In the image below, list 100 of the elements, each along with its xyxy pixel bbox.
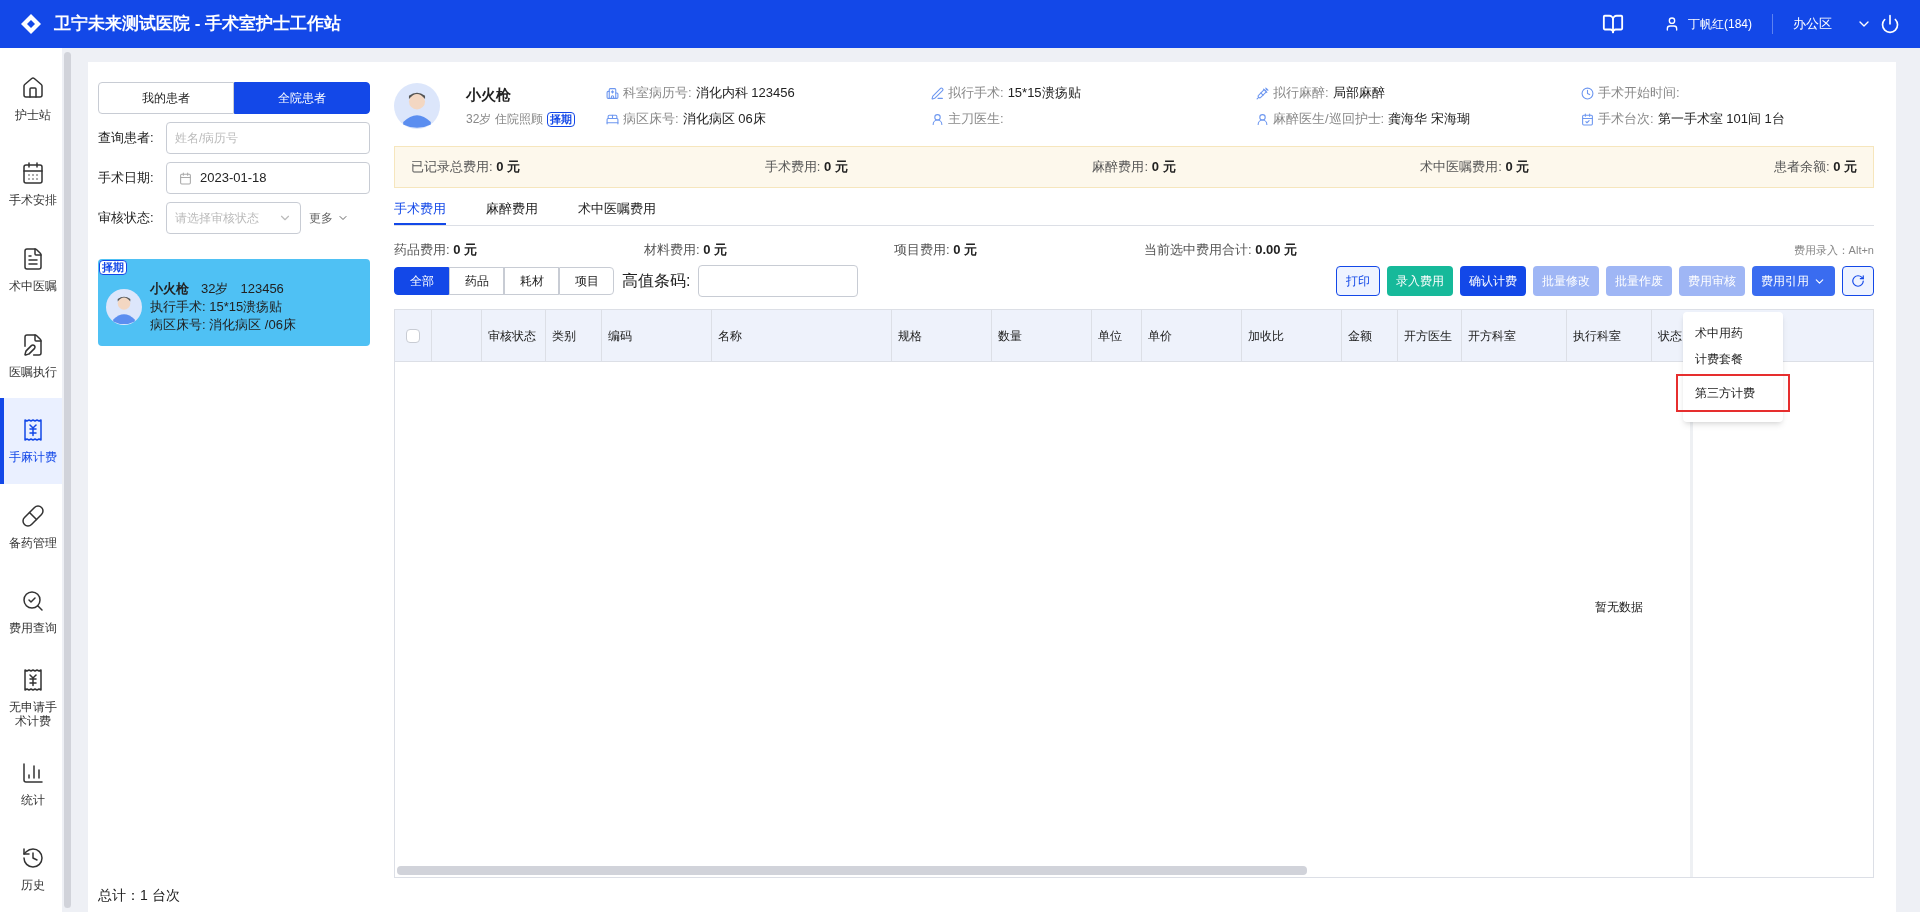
action-button[interactable]: 确认计费 (1460, 266, 1526, 296)
nav-icon (21, 418, 45, 443)
patient-summary: 32岁 住院照顾 (466, 111, 543, 129)
column-header: 审核状态 (481, 310, 545, 361)
field-label: 科室病历号: (623, 84, 692, 103)
patient-name: 小火枪 (466, 84, 512, 105)
nav-item[interactable]: 费用查询 (0, 569, 62, 656)
field-icon (606, 112, 619, 126)
app-title: 卫宁未来测试医院 - 手术室护士工作站 (54, 13, 342, 36)
barcode-field[interactable] (698, 265, 859, 297)
field-label: 手术开始时间: (1598, 84, 1680, 103)
field-value: 龚海华 宋海瑚 (1388, 110, 1470, 129)
patient-ward: 病区床号: 消化病区 /06床 (150, 315, 296, 334)
fee-summary: 术中医嘱费用: 0 元 (1420, 158, 1530, 177)
action-button[interactable]: 打印 (1336, 266, 1380, 296)
menu-item[interactable]: 第三方计费 (1678, 376, 1788, 410)
column-header: 执行科室 (1566, 310, 1651, 361)
refresh-button[interactable] (1842, 266, 1874, 296)
field-icon (931, 86, 944, 100)
patient-search-field[interactable]: 姓名/病历号 (166, 122, 370, 154)
sub-fee: 药品费用: 0 元 (394, 241, 479, 260)
field-icon (1256, 112, 1269, 126)
nav-item[interactable]: 备药管理 (0, 483, 62, 570)
field-icon (606, 86, 619, 100)
user-icon (1664, 16, 1680, 32)
field-label: 拟行麻醉: (1273, 84, 1329, 103)
nav-item[interactable]: 护士站 (0, 56, 62, 142)
nav-icon (21, 332, 45, 357)
nav-item[interactable]: 医嘱执行 (0, 312, 62, 399)
field-icon (1581, 86, 1594, 100)
calendar-icon (179, 171, 192, 185)
total-count: 总计：1 台次 (98, 886, 181, 905)
column-header: 单价 (1141, 310, 1241, 361)
type-filter[interactable]: 耗材 (504, 267, 559, 295)
fee-tab[interactable]: 麻醉费用 (486, 194, 538, 225)
action-button[interactable]: 费用引用 (1752, 266, 1835, 296)
avatar-icon (394, 83, 440, 129)
date-field[interactable]: 2023-01-18 (166, 162, 370, 194)
patient-surgery: 执行手术: 15*15溃疡贴 (150, 297, 284, 316)
type-filter[interactable]: 全部 (394, 267, 449, 295)
field-icon (1581, 112, 1594, 126)
book-icon[interactable] (1602, 13, 1624, 35)
fee-summary: 已记录总费用: 0 元 (411, 158, 521, 177)
column-header: 编码 (601, 310, 711, 361)
empty-message: 暂无数据 (1595, 598, 1643, 616)
nav-icon (21, 247, 45, 271)
tag: 择期 (99, 260, 127, 275)
column-header: 开方科室 (1461, 310, 1566, 361)
nav-icon (21, 75, 45, 100)
patient-tab[interactable]: 全院患者 (234, 82, 370, 114)
nav-icon (21, 760, 45, 785)
field-label: 主刀医生: (948, 110, 1004, 129)
patient-id: 123456 (240, 279, 284, 298)
power-icon[interactable] (1880, 14, 1900, 34)
field-label: 查询患者: (98, 129, 155, 148)
fee-summary: 患者余额: 0 元 (1773, 158, 1857, 177)
patient-name: 小火枪 (150, 279, 189, 298)
nav-icon (21, 589, 45, 614)
nav-icon (21, 161, 45, 186)
fee-tab[interactable]: 术中医嘱费用 (578, 194, 656, 225)
patient-card[interactable]: 择期 小火枪 32岁 123456 执行手术: 15*15溃疡贴 病区床号: 消化病区 /06床 (98, 259, 370, 346)
field-label: 麻醉医生/巡回护士: (1273, 110, 1385, 129)
field-icon (1256, 86, 1269, 100)
nav-icon (21, 503, 45, 528)
type-filter[interactable]: 项目 (559, 267, 614, 295)
column-header: 开方医生 (1397, 310, 1461, 361)
sub-fee: 材料费用: 0 元 (644, 241, 729, 260)
column-header: 名称 (711, 310, 891, 361)
fee-tab[interactable]: 手术费用 (394, 194, 446, 225)
more-button[interactable]: 更多 (309, 209, 349, 227)
shortcut-hint: 费用录入：Alt+n (1793, 242, 1874, 258)
logo-icon (20, 13, 42, 35)
column-header: 加收比 (1241, 310, 1341, 361)
nav-icon (21, 846, 45, 871)
avatar-icon (106, 288, 142, 325)
nav-item[interactable]: 无申请手术计费 (0, 655, 62, 741)
nav-item[interactable]: 历史 (0, 826, 62, 912)
nav-item[interactable]: 手术安排 (0, 141, 62, 228)
type-filter[interactable]: 药品 (449, 267, 504, 295)
area-label[interactable]: 办公区 (1793, 14, 1832, 34)
field-value: 消化病区 06床 (682, 110, 766, 129)
field-value: 15*15溃疡贴 (1007, 84, 1081, 103)
nav-icon (21, 667, 45, 692)
field-value: 第一手术室 101间 1台 (1657, 110, 1785, 129)
nav-item[interactable]: 术中医嘱 (0, 227, 62, 313)
nav-item[interactable]: 统计 (0, 740, 62, 827)
fee-summary: 手术费用: 0 元 (764, 158, 848, 177)
column-header: 单位 (1091, 310, 1141, 361)
field-label: 审核状态: (98, 209, 155, 228)
column-header: 数量 (991, 310, 1091, 361)
field-value: 消化内科 123456 (695, 84, 795, 103)
patient-tab[interactable]: 我的患者 (98, 82, 234, 114)
nav-item[interactable]: 手麻计费 (0, 398, 62, 484)
sub-fee: 当前选中费用合计: 0.00 元 (1144, 241, 1298, 260)
field-label: 手术日期: (98, 169, 155, 188)
user-name[interactable]: 丁帆红(184) (1688, 15, 1752, 33)
refresh-icon (1851, 274, 1865, 288)
field-label: 拟行手术: (948, 84, 1004, 103)
select-all-checkbox[interactable] (406, 328, 420, 343)
column-header: 金额 (1341, 310, 1397, 361)
